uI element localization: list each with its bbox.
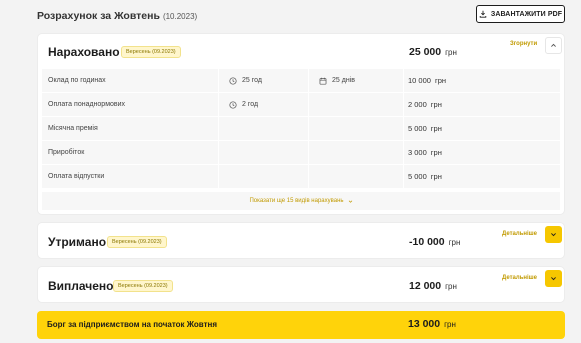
page-title-text: Розрахунок за Жовтень	[37, 10, 160, 22]
table-row: Оплата понаднормових 2 год 2 000 грн	[42, 93, 560, 117]
paid-title: Виплачено	[48, 279, 114, 293]
accrued-period-badge: Вересень (09.2023)	[121, 46, 181, 58]
paid-amount-currency: грн	[445, 282, 457, 291]
row-name: Оплата понаднормових	[42, 93, 219, 116]
debt-summary-bar: Борг за підприємством на початок Жовтня …	[37, 311, 565, 339]
row-name: Оплата відпустки	[42, 165, 219, 188]
row-amount: 10 000 грн	[404, 69, 560, 92]
withheld-card: Утримано Вересень (09.2023) -10 000 грн Д…	[37, 222, 565, 259]
show-more-label: Показати ще 15 видів нарахувань	[249, 198, 344, 204]
debt-amount-value: 13 000	[408, 318, 441, 330]
withheld-period-badge: Вересень (09.2023)	[107, 236, 167, 248]
chevron-down-icon	[551, 233, 556, 237]
row-name: Приробіток	[42, 141, 219, 164]
page-title-period: (10.2023)	[162, 12, 198, 21]
row-amount-value: 5 000	[408, 172, 427, 181]
row-amount-currency: грн	[430, 148, 442, 157]
page-title: Розрахунок за Жовтень (10.2023)	[37, 10, 197, 22]
withheld-expand-button[interactable]	[545, 226, 562, 243]
table-row: Приробіток 3 000 грн	[42, 141, 560, 165]
withheld-details-link[interactable]: Детальніше	[502, 231, 537, 237]
accruals-table: Оклад по годинах 25 год 25 днів 10 000 гр…	[42, 69, 560, 189]
withheld-amount-currency: грн	[448, 238, 461, 247]
accrued-title: Нараховано	[48, 45, 120, 59]
row-name: Місячна премія	[42, 117, 219, 140]
row-hours	[219, 141, 309, 164]
row-amount: 3 000 грн	[404, 141, 560, 164]
paid-card: Виплачено Вересень (09.2023) 12 000 грн Д…	[37, 266, 565, 303]
debt-amount-currency: грн	[444, 320, 456, 329]
paid-details-link[interactable]: Детальніше	[502, 275, 537, 281]
table-row: Оклад по годинах 25 год 25 днів 10 000 гр…	[42, 69, 560, 93]
row-hours-value: 25 год	[242, 77, 262, 84]
paid-amount-value: 12 000	[409, 280, 442, 292]
row-amount-currency: грн	[430, 172, 442, 181]
row-hours: 25 год	[219, 69, 309, 92]
debt-amount: 13 000 грн	[408, 318, 456, 330]
row-days	[309, 141, 404, 164]
row-amount-value: 10 000	[408, 76, 431, 85]
row-amount-value: 3 000	[408, 148, 427, 157]
chevron-up-icon	[551, 43, 556, 47]
paid-expand-button[interactable]	[545, 270, 562, 287]
chevron-down-icon	[348, 200, 352, 203]
row-amount-currency: грн	[430, 124, 442, 133]
collapse-link[interactable]: Згорнути	[510, 41, 537, 47]
row-hours: 2 год	[219, 93, 309, 116]
paid-amount: 12 000 грн	[409, 280, 457, 292]
download-pdf-label: ЗАВАНТАЖИТИ PDF	[490, 10, 563, 18]
collapse-button[interactable]	[545, 37, 562, 54]
row-amount: 2 000 грн	[404, 93, 560, 116]
row-amount: 5 000 грн	[404, 165, 560, 188]
download-icon	[479, 10, 487, 18]
clock-icon	[229, 76, 237, 85]
accrued-amount-value: 25 000	[409, 46, 442, 58]
row-amount-value: 5 000	[408, 124, 427, 133]
withheld-amount: -10 000 грн	[409, 236, 460, 248]
row-days: 25 днів	[309, 69, 404, 92]
download-pdf-button[interactable]: ЗАВАНТАЖИТИ PDF	[476, 5, 565, 23]
row-amount-currency: грн	[434, 76, 447, 85]
debt-label: Борг за підприємством на початок Жовтня	[47, 320, 218, 329]
table-row: Оплата відпустки 5 000 грн	[42, 165, 560, 189]
withheld-amount-value: -10 000	[409, 236, 445, 248]
row-days	[309, 93, 404, 116]
table-row: Місячна премія 5 000 грн	[42, 117, 560, 141]
row-hours	[219, 165, 309, 188]
accrued-amount: 25 000 грн	[409, 46, 457, 58]
accrued-amount-currency: грн	[445, 48, 457, 57]
row-days-value: 25 днів	[332, 77, 355, 84]
row-name: Оклад по годинах	[42, 69, 219, 92]
row-days	[309, 165, 404, 188]
show-more-accruals-button[interactable]: Показати ще 15 видів нарахувань	[42, 192, 560, 210]
row-amount: 5 000 грн	[404, 117, 560, 140]
chevron-down-icon	[551, 277, 556, 281]
row-hours-value: 2 год	[242, 101, 259, 108]
calendar-icon	[319, 77, 327, 85]
row-amount-currency: грн	[430, 100, 442, 109]
row-days	[309, 117, 404, 140]
withheld-title: Утримано	[48, 235, 107, 249]
row-amount-value: 2 000	[408, 100, 427, 109]
accrued-card: Нараховано Вересень (09.2023) 25 000 грн …	[37, 33, 565, 215]
clock-icon	[229, 100, 237, 109]
row-hours	[219, 117, 309, 140]
paid-period-badge: Вересень (09.2023)	[113, 280, 173, 292]
